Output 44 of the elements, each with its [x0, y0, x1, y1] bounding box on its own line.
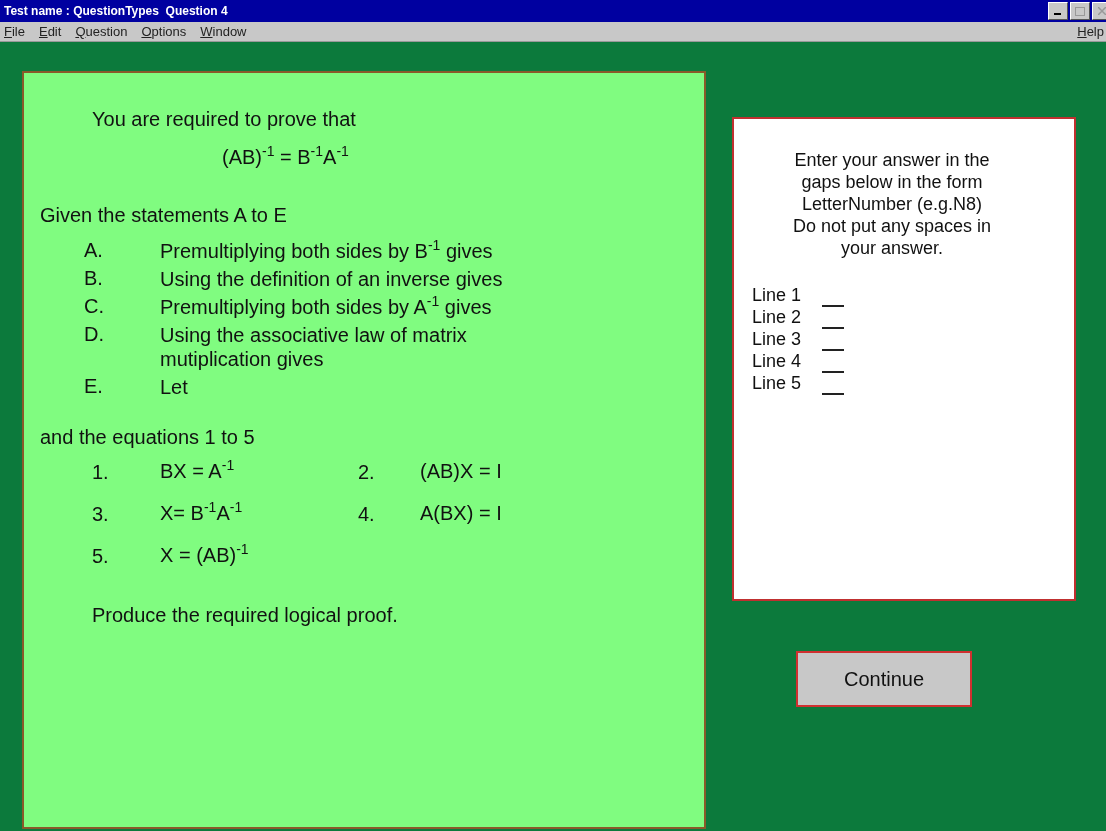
statement-label: B.	[84, 267, 104, 291]
menu-item[interactable]: Window	[200, 24, 247, 39]
maximize-button[interactable]	[1070, 2, 1090, 20]
statement-text: Premultiplying both sides by B$^{-1}$ gives	[160, 239, 494, 263]
equation-text: A(BX) = I	[420, 501, 503, 526]
equation-label: 2.	[358, 460, 376, 485]
menu-item[interactable]: File	[4, 24, 25, 39]
equation-label: 3.	[92, 502, 110, 527]
continue-button[interactable]: Continue	[796, 651, 972, 707]
equation-text: X = (AB)$^{-1}$	[160, 543, 250, 568]
line-label: Line 2	[752, 307, 803, 329]
target-equation: (AB)$^{-1}$ = B$^{-1}$A$^{-1}$	[222, 146, 349, 168]
statement-label: C.	[84, 295, 105, 319]
maximize-icon	[1075, 6, 1085, 16]
line-label: Line 4	[752, 351, 803, 373]
intro-text: You are required to prove that	[92, 108, 356, 130]
close-icon	[1098, 7, 1106, 15]
line-label: Line 3	[752, 329, 803, 351]
line-label: Line 1	[752, 285, 803, 307]
equation-text: X= B$^{-1}$A$^{-1}$	[160, 501, 244, 526]
equation-text: BX = A$^{-1}$	[160, 459, 236, 484]
statements-heading: Given the statements A to E	[40, 204, 287, 226]
statement-text: Let	[160, 375, 189, 399]
instruction-text: Produce the required logical proof.	[92, 604, 398, 626]
menu-item[interactable]: Question	[75, 24, 128, 39]
answer-instructions: Enter your answer in the gaps below in the form LetterNumber (e.g.N8) Do not put any spaces in your answer.	[791, 149, 993, 259]
statement-text: Using the associative law of matrix mutiplication gives	[160, 323, 468, 371]
minimize-button[interactable]	[1048, 2, 1068, 20]
equation-text: (AB)X = I	[420, 459, 503, 484]
line-label: Line 5	[752, 373, 803, 395]
statement-label: A.	[84, 239, 104, 263]
statement-text: Premultiplying both sides by A$^{-1}$ gives	[160, 295, 493, 319]
equations-heading: and the equations 1 to 5	[40, 426, 255, 448]
help-menu[interactable]: Help	[1077, 24, 1104, 39]
equation-label: 4.	[358, 502, 376, 527]
window-title: Test name : QuestionTypes Question 4	[4, 4, 228, 18]
statement-label: E.	[84, 375, 104, 399]
equation-label: 1.	[92, 460, 110, 485]
statement-text: Using the definition of an inverse gives	[160, 267, 504, 291]
menu-item[interactable]: Edit	[38, 24, 62, 39]
statement-label: D.	[84, 323, 105, 347]
menu-item[interactable]: Options	[141, 24, 187, 39]
close-button[interactable]	[1092, 2, 1106, 20]
equation-label: 5.	[92, 544, 110, 569]
